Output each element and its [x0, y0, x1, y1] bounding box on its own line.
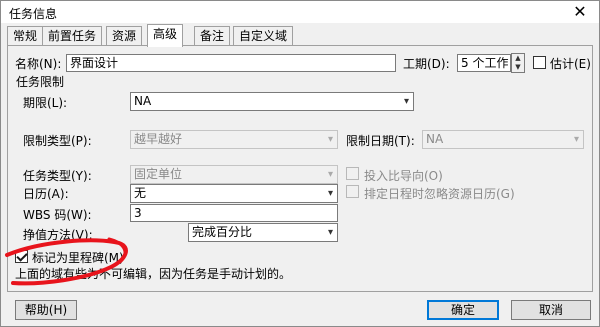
red-annotation-scribble	[5, 237, 128, 286]
tab-notes[interactable]: 备注	[194, 26, 231, 46]
estimated-checkbox[interactable]	[533, 56, 546, 69]
constraint-type-label: 限制类型(P):	[23, 134, 92, 148]
spin-down-icon[interactable]: ▼	[512, 63, 524, 72]
chevron-down-icon: ▾	[573, 134, 579, 145]
spin-up-icon[interactable]: ▲	[512, 54, 524, 63]
tab-advanced[interactable]: 高级	[147, 24, 184, 47]
ignore-resource-calendars-label: 排定日程时忽略资源日历(G)	[364, 187, 515, 201]
ignore-resource-calendars-checkbox	[346, 185, 359, 198]
wbs-label: WBS 码(W):	[23, 208, 92, 222]
effort-driven-checkbox	[346, 167, 359, 180]
task-type-dropdown: 固定单位 ▾	[130, 165, 338, 184]
deadline-dropdown[interactable]: NA ▾	[130, 92, 414, 111]
tab-general[interactable]: 常规	[7, 26, 44, 46]
duration-label: 工期(D):	[403, 57, 450, 71]
duration-field[interactable]: 5 个工作	[457, 54, 511, 72]
constraints-section-label: 任务限制	[16, 75, 65, 89]
duration-spinner[interactable]: ▲ ▼	[511, 53, 525, 73]
close-icon[interactable]: ✕	[567, 2, 593, 22]
chevron-down-icon: ▾	[403, 96, 409, 107]
earned-value-dropdown[interactable]: 完成百分比 ▾	[188, 223, 338, 242]
calendar-dropdown[interactable]: 无 ▾	[130, 184, 338, 203]
title-bar: 任务信息 ✕	[1, 1, 599, 23]
deadline-label: 期限(L):	[23, 96, 68, 110]
constraint-type-value: 越早越好	[134, 132, 183, 146]
deadline-value: NA	[134, 94, 152, 108]
constraint-date-dropdown: NA ▾	[422, 130, 584, 149]
calendar-value: 无	[134, 186, 147, 200]
earned-value-value: 完成百分比	[192, 225, 253, 239]
name-label: 名称(N):	[15, 57, 62, 71]
effort-driven-label: 投入比导向(O)	[364, 169, 443, 183]
tab-custom-fields[interactable]: 自定义域	[233, 26, 294, 46]
task-type-value: 固定单位	[134, 167, 183, 181]
chevron-down-icon: ▾	[327, 188, 333, 199]
estimated-label: 估计(E)	[550, 57, 591, 71]
calendar-label: 日历(A):	[23, 187, 69, 201]
wbs-field[interactable]: 3	[130, 204, 338, 222]
chevron-down-icon: ▾	[327, 227, 333, 238]
help-button[interactable]: 帮助(H)	[15, 300, 77, 320]
cancel-button[interactable]: 取消	[511, 300, 591, 320]
chevron-down-icon: ▾	[327, 169, 333, 180]
ok-button[interactable]: 确定	[427, 300, 499, 320]
constraint-date-label: 限制日期(T):	[346, 134, 415, 148]
name-field[interactable]: 界面设计	[66, 54, 396, 72]
tab-resources[interactable]: 资源	[106, 26, 143, 46]
chevron-down-icon: ▾	[327, 134, 333, 145]
task-type-label: 任务类型(Y):	[23, 169, 92, 183]
constraint-date-value: NA	[426, 132, 444, 146]
constraint-type-dropdown: 越早越好 ▾	[130, 130, 338, 149]
tab-predecessors[interactable]: 前置任务	[42, 26, 103, 46]
task-info-dialog: 任务信息 ✕ 常规 前置任务 资源 高级 备注 自定义域 名称(N): 界面设计…	[0, 0, 600, 327]
dialog-title: 任务信息	[9, 7, 58, 21]
